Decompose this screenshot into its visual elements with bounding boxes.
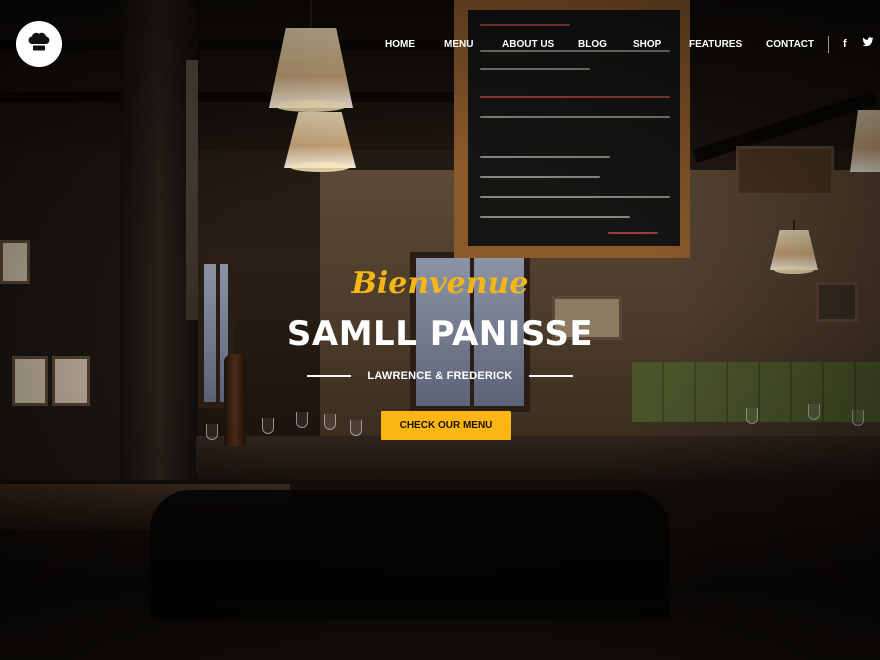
- hero-title: SAMLL PANISSE: [286, 314, 594, 354]
- chef-hat-icon: [25, 28, 53, 61]
- check-our-menu-button[interactable]: CHECK OUR MENU: [381, 411, 511, 440]
- hero-subtitle: LAWRENCE & FREDERICK: [367, 370, 513, 382]
- nav-about-us[interactable]: ABOUT US: [502, 39, 554, 50]
- nav-home[interactable]: HOME: [385, 39, 415, 50]
- logo-button[interactable]: [16, 21, 62, 67]
- nav-blog[interactable]: BLOG: [578, 39, 607, 50]
- hero-script-heading: Bienvenue: [351, 266, 529, 301]
- facebook-icon[interactable]: f: [843, 38, 847, 50]
- twitter-icon[interactable]: [862, 36, 874, 51]
- nav-divider: [828, 36, 829, 53]
- subtitle-left-line: [307, 375, 352, 377]
- nav-features[interactable]: FEATURES: [689, 39, 742, 50]
- nav-shop[interactable]: SHOP: [633, 39, 661, 50]
- nav-contact[interactable]: CONTACT: [766, 39, 814, 50]
- nav-menu[interactable]: MENU: [444, 39, 473, 50]
- subtitle-right-line: [528, 375, 573, 377]
- hero-subtitle-row: LAWRENCE & FREDERICK: [0, 370, 880, 382]
